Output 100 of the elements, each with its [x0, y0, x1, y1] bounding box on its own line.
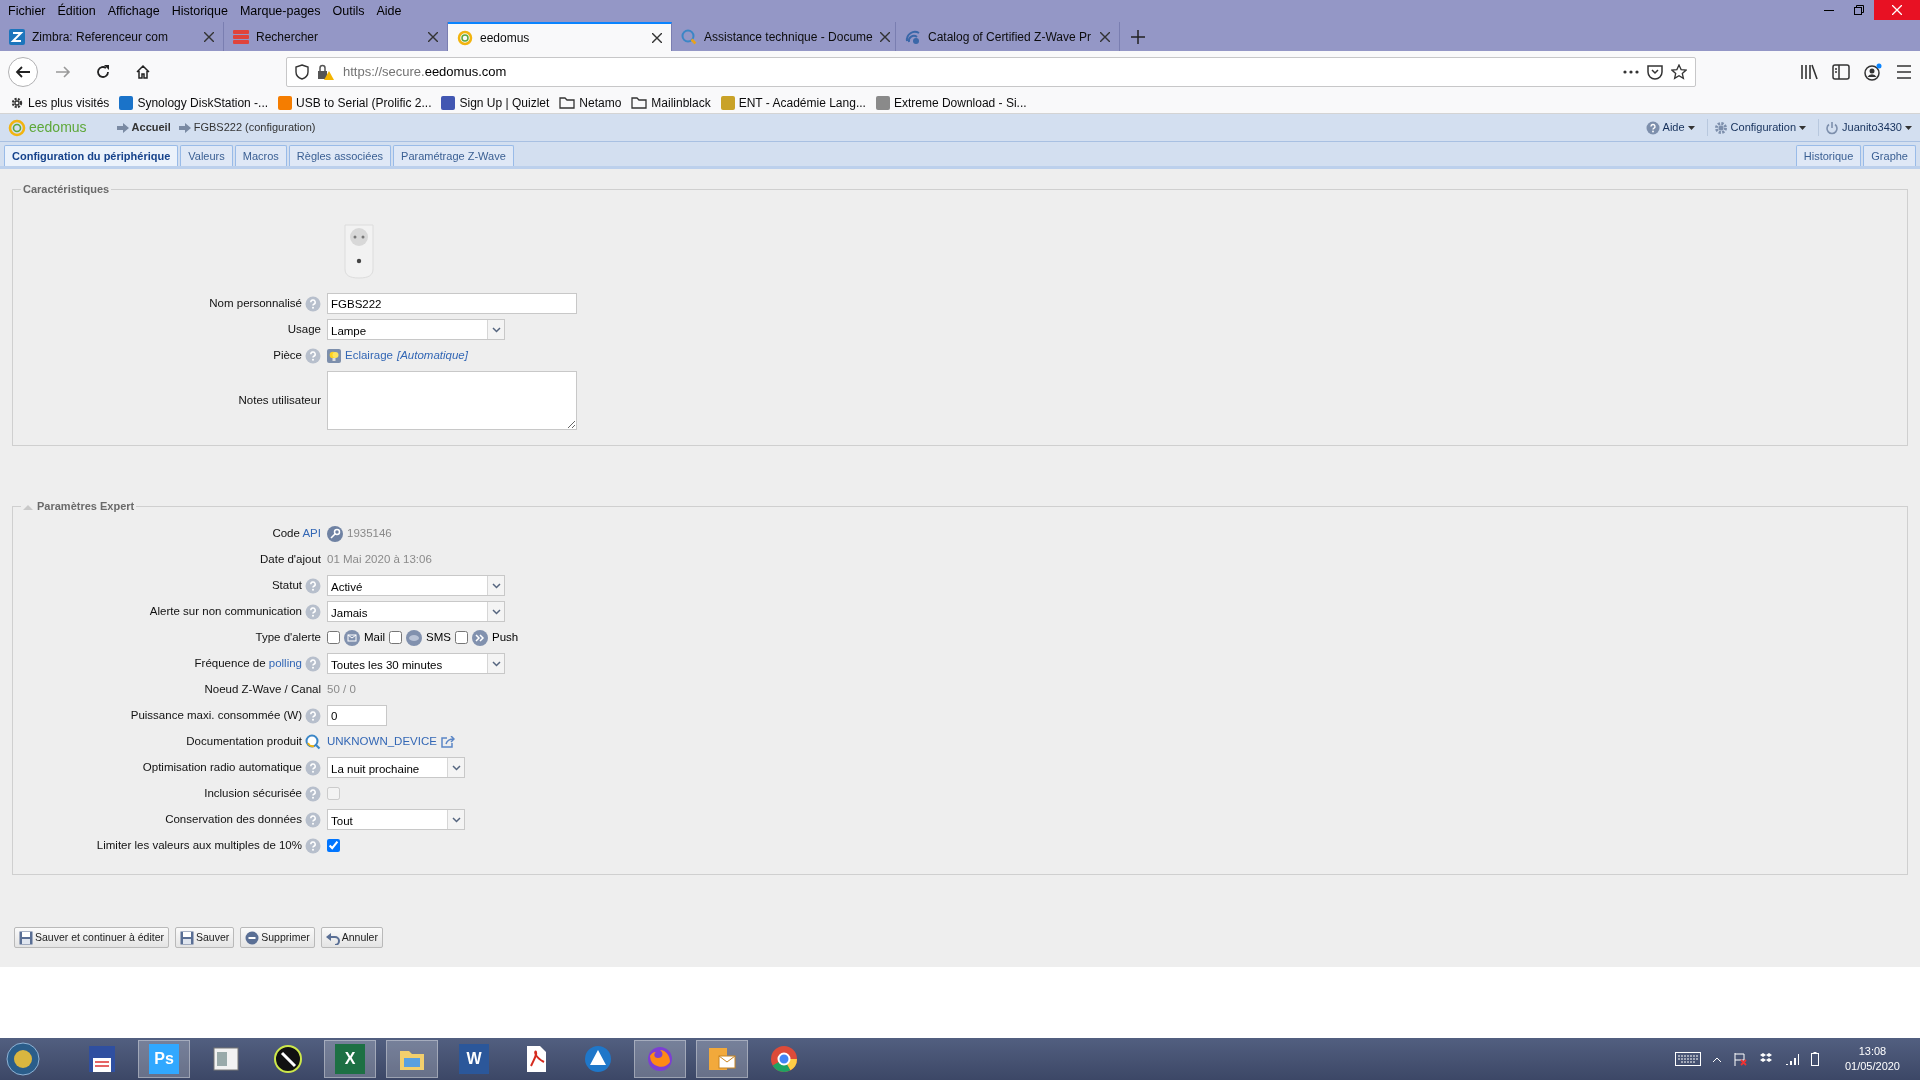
bookmark-item[interactable]: USB to Serial (Prolific 2... — [278, 93, 432, 112]
sms-bubble-icon — [406, 629, 423, 646]
menu-item[interactable]: Affichage — [101, 1, 166, 21]
shield-icon — [295, 63, 309, 80]
menu-icon[interactable] — [1896, 64, 1912, 79]
caret-icon — [1905, 125, 1912, 130]
bookmark-item[interactable]: Mailinblack — [631, 93, 711, 112]
menu-item[interactable]: Marque-pages — [233, 1, 327, 21]
dropdown-field[interactable]: Jamais — [327, 601, 505, 622]
menu-item[interactable]: Fichier — [2, 1, 52, 21]
caret-icon — [1687, 125, 1695, 130]
more-icon[interactable] — [1623, 69, 1639, 74]
back-button[interactable] — [8, 56, 38, 87]
address-bar[interactable]: https://secure.eedomus.com — [286, 56, 1696, 87]
dropdown-field[interactable]: Tout — [327, 809, 465, 830]
dropdown-field[interactable]: Toutes les 30 minutes — [327, 653, 505, 674]
action-button[interactable]: Annuler — [320, 927, 383, 948]
field-label: Pièce — [273, 347, 302, 363]
help-link[interactable]: API — [302, 526, 321, 539]
forward-arrow-icon — [55, 63, 71, 80]
field-label: Noeud Z-Wave / Canal — [204, 681, 321, 697]
action-button[interactable]: Sauver et continuer à éditer — [14, 927, 169, 948]
taskbar-app[interactable]: W — [448, 1040, 500, 1078]
close-button[interactable] — [1874, 0, 1920, 20]
room-link[interactable]: Eclairage — [345, 346, 393, 365]
bookmark-label: ENT - Académie Lang... — [738, 94, 866, 112]
menu-item[interactable]: Historique — [165, 1, 234, 21]
double-chevron-icon — [472, 629, 488, 646]
menu-item[interactable]: Édition — [51, 1, 102, 21]
header-menu[interactable]: Configuration — [1706, 119, 1807, 136]
browser-tab[interactable]: eedomus — [448, 22, 672, 51]
caret-icon — [1799, 125, 1807, 130]
dropbox-icon[interactable] — [1758, 1053, 1773, 1065]
doc-link[interactable]: UNKNOWN_DEVICE — [327, 732, 437, 751]
close-icon[interactable] — [652, 32, 662, 43]
bookmark-label: Sign Up | Quizlet — [459, 94, 550, 112]
arrow-right-icon — [178, 122, 191, 133]
bookmark-item[interactable]: Extreme Download - Si... — [875, 93, 1027, 112]
menu-item[interactable]: Outils — [326, 1, 371, 21]
option-label: SMS — [426, 629, 451, 645]
signal-icon[interactable] — [1784, 1053, 1799, 1065]
logo-text: eedomus — [29, 118, 87, 137]
field-label: Type d'alerte — [255, 629, 321, 645]
bookmark-item[interactable]: ENT - Académie Lang... — [720, 93, 866, 112]
text-field[interactable]: FGBS222 — [327, 293, 577, 314]
wave-icon — [905, 28, 921, 45]
breadcrumb-link[interactable]: FGBS222 (configuration) — [193, 119, 316, 136]
dropdown-field[interactable]: Activé — [327, 575, 505, 596]
minus-circle-icon — [245, 930, 260, 945]
folder-icon — [559, 96, 576, 109]
menu-item[interactable]: Aide — [370, 1, 408, 21]
action-button[interactable]: Sauver — [175, 927, 235, 948]
flag-icon[interactable] — [1732, 1052, 1747, 1066]
bookmark-item[interactable]: Les plus visités — [10, 93, 110, 112]
bookmark-label: Les plus visités — [28, 94, 110, 112]
caret-icon — [491, 326, 501, 333]
taskbar-app[interactable]: X — [324, 1040, 376, 1078]
keyboard-icon[interactable] — [1674, 1052, 1701, 1066]
page-tab[interactable]: Historique — [1795, 145, 1862, 166]
header-menu[interactable]: Juanito3430 — [1818, 119, 1912, 136]
page-tab[interactable]: Paramétrage Z-Wave — [393, 145, 514, 166]
page-tab[interactable]: Macros — [234, 145, 287, 166]
help-link[interactable]: polling — [268, 656, 302, 669]
bookmark-item[interactable]: Synology DiskStation -... — [119, 93, 269, 112]
battery-icon[interactable] — [1810, 1052, 1819, 1066]
page-tab[interactable]: Valeurs — [180, 145, 233, 166]
floppy-icon — [180, 930, 194, 945]
window-icon — [211, 1044, 241, 1074]
bookmark-item[interactable]: Sign Up | Quizlet — [441, 93, 550, 112]
search-icon[interactable] — [305, 733, 321, 750]
header-menu[interactable]: Aide — [1639, 119, 1695, 136]
magnifier-icon — [681, 28, 697, 45]
dropdown-field[interactable]: La nuit prochaine — [327, 757, 465, 778]
chevron-up-icon[interactable] — [1712, 1056, 1721, 1062]
field-label: Optimisation radio automatique — [142, 759, 302, 775]
field-label: Puissance maxi. consommée (W) — [130, 707, 302, 723]
action-button[interactable]: Supprimer — [240, 927, 315, 948]
checkbox[interactable] — [455, 631, 468, 644]
breadcrumb-link[interactable]: Accueil — [131, 119, 171, 136]
field-label: Nom personnalisé — [209, 295, 302, 311]
checkbox[interactable] — [327, 839, 340, 852]
caret-icon — [491, 608, 501, 615]
field-label: Conservation des données — [165, 811, 302, 827]
dropdown-field[interactable]: Lampe — [327, 319, 505, 340]
checkbox[interactable] — [327, 631, 340, 644]
pocket-icon[interactable] — [1647, 63, 1663, 80]
section-title: Paramètres Expert — [37, 500, 135, 513]
page-tab[interactable]: Graphe — [1863, 145, 1916, 166]
text-field[interactable]: 0 — [327, 705, 387, 726]
account-icon[interactable] — [1864, 62, 1882, 81]
notes-field[interactable] — [327, 371, 577, 430]
library-icon[interactable] — [1800, 63, 1818, 80]
star-icon[interactable] — [1671, 63, 1687, 80]
url-text: https://secure.eedomus.com — [343, 62, 507, 81]
checkbox[interactable] — [389, 631, 403, 644]
start-orb-icon[interactable] — [6, 1042, 40, 1076]
bookmark-item[interactable]: Netamo — [559, 93, 622, 112]
sidebar-icon[interactable] — [1832, 63, 1850, 80]
page-tab[interactable]: Configuration du périphérique — [4, 145, 179, 166]
page-tab[interactable]: Règles associées — [288, 145, 392, 166]
